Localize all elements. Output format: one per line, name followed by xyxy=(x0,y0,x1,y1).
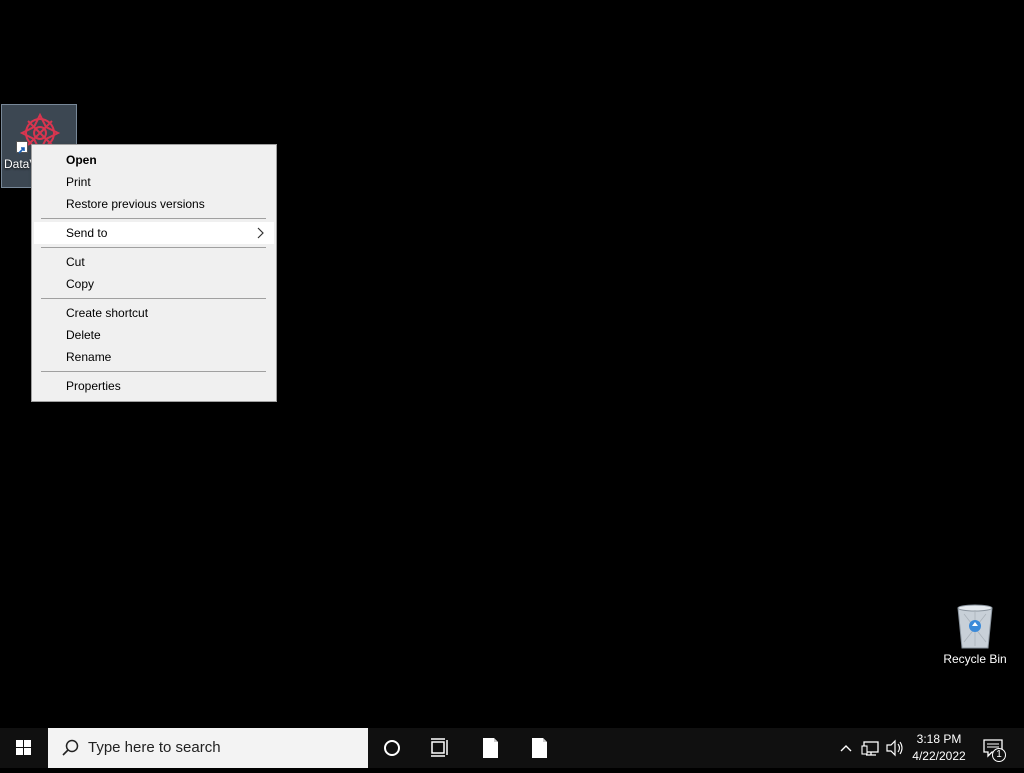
document-icon xyxy=(483,738,498,758)
taskbar-clock[interactable]: 3:18 PM 4/22/2022 xyxy=(906,728,972,768)
menu-separator xyxy=(41,247,266,248)
menu-item-copy[interactable]: Copy xyxy=(34,273,274,295)
volume-button[interactable] xyxy=(884,728,906,768)
menu-item-print[interactable]: Print xyxy=(34,171,274,193)
menu-item-delete[interactable]: Delete xyxy=(34,324,274,346)
task-view-icon xyxy=(431,738,448,757)
clock-date: 4/22/2022 xyxy=(912,749,966,763)
context-menu: Open Print Restore previous versions Sen… xyxy=(31,144,277,402)
menu-item-cut[interactable]: Cut xyxy=(34,251,274,273)
desktop[interactable]: DataV Recycle Bin Open Print Restore pre… xyxy=(0,0,1024,728)
desktop-icon-recycle-bin[interactable]: Recycle Bin xyxy=(938,600,1012,672)
clock-time: 3:18 PM xyxy=(916,732,962,746)
shortcut-arrow-icon xyxy=(16,141,28,154)
chevron-right-icon xyxy=(257,227,264,239)
menu-item-create-shortcut[interactable]: Create shortcut xyxy=(34,302,274,324)
taskbar-search-box[interactable]: Type here to search xyxy=(48,728,368,768)
cortana-button[interactable] xyxy=(372,728,412,768)
network-icon xyxy=(861,741,879,756)
volume-icon xyxy=(886,739,903,757)
search-placeholder: Type here to search xyxy=(88,739,221,756)
show-hidden-icons-button[interactable] xyxy=(836,728,856,768)
taskbar-app-document[interactable] xyxy=(519,728,559,768)
taskbar-app-document[interactable] xyxy=(470,728,510,768)
document-icon xyxy=(532,738,547,758)
task-view-button[interactable] xyxy=(420,728,460,768)
chevron-up-icon xyxy=(840,745,852,752)
taskbar: Type here to search 3:18 PM 4/22/2022 xyxy=(0,728,1024,768)
windows-start-icon xyxy=(16,740,31,755)
recycle-bin-icon xyxy=(957,604,993,649)
menu-separator xyxy=(41,371,266,372)
search-icon xyxy=(62,739,79,756)
notification-count-badge: 1 xyxy=(992,748,1006,762)
menu-item-rename[interactable]: Rename xyxy=(34,346,274,368)
menu-separator xyxy=(41,218,266,219)
desktop-icon-label: Recycle Bin xyxy=(943,652,1007,666)
network-button[interactable] xyxy=(860,728,882,768)
menu-item-properties[interactable]: Properties xyxy=(34,375,274,397)
menu-item-open[interactable]: Open xyxy=(34,149,274,171)
menu-separator xyxy=(41,298,266,299)
menu-item-send-to[interactable]: Send to xyxy=(34,222,274,244)
cortana-icon xyxy=(384,740,400,756)
menu-item-restore-previous-versions[interactable]: Restore previous versions xyxy=(34,193,274,215)
menu-item-label: Send to xyxy=(66,226,108,240)
start-button[interactable] xyxy=(0,728,48,768)
